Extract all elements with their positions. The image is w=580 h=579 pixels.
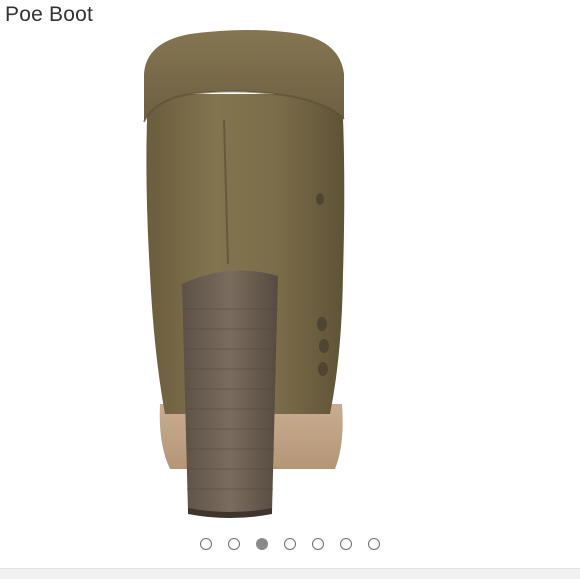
pager-dot-2[interactable] [228, 538, 240, 550]
pager-dot-6[interactable] [340, 538, 352, 550]
bottom-bar [0, 568, 580, 579]
pager-dot-1[interactable] [200, 538, 212, 550]
product-image[interactable] [130, 24, 450, 524]
product-title: Poe Boot [5, 3, 93, 26]
pager-dot-7[interactable] [368, 538, 380, 550]
pager-dot-3-active[interactable] [256, 538, 268, 550]
image-pager [0, 535, 580, 553]
heel-shape [182, 270, 278, 516]
pager-dot-5[interactable] [312, 538, 324, 550]
pager-dot-4[interactable] [284, 538, 296, 550]
product-page: Poe Boot [0, 0, 580, 579]
